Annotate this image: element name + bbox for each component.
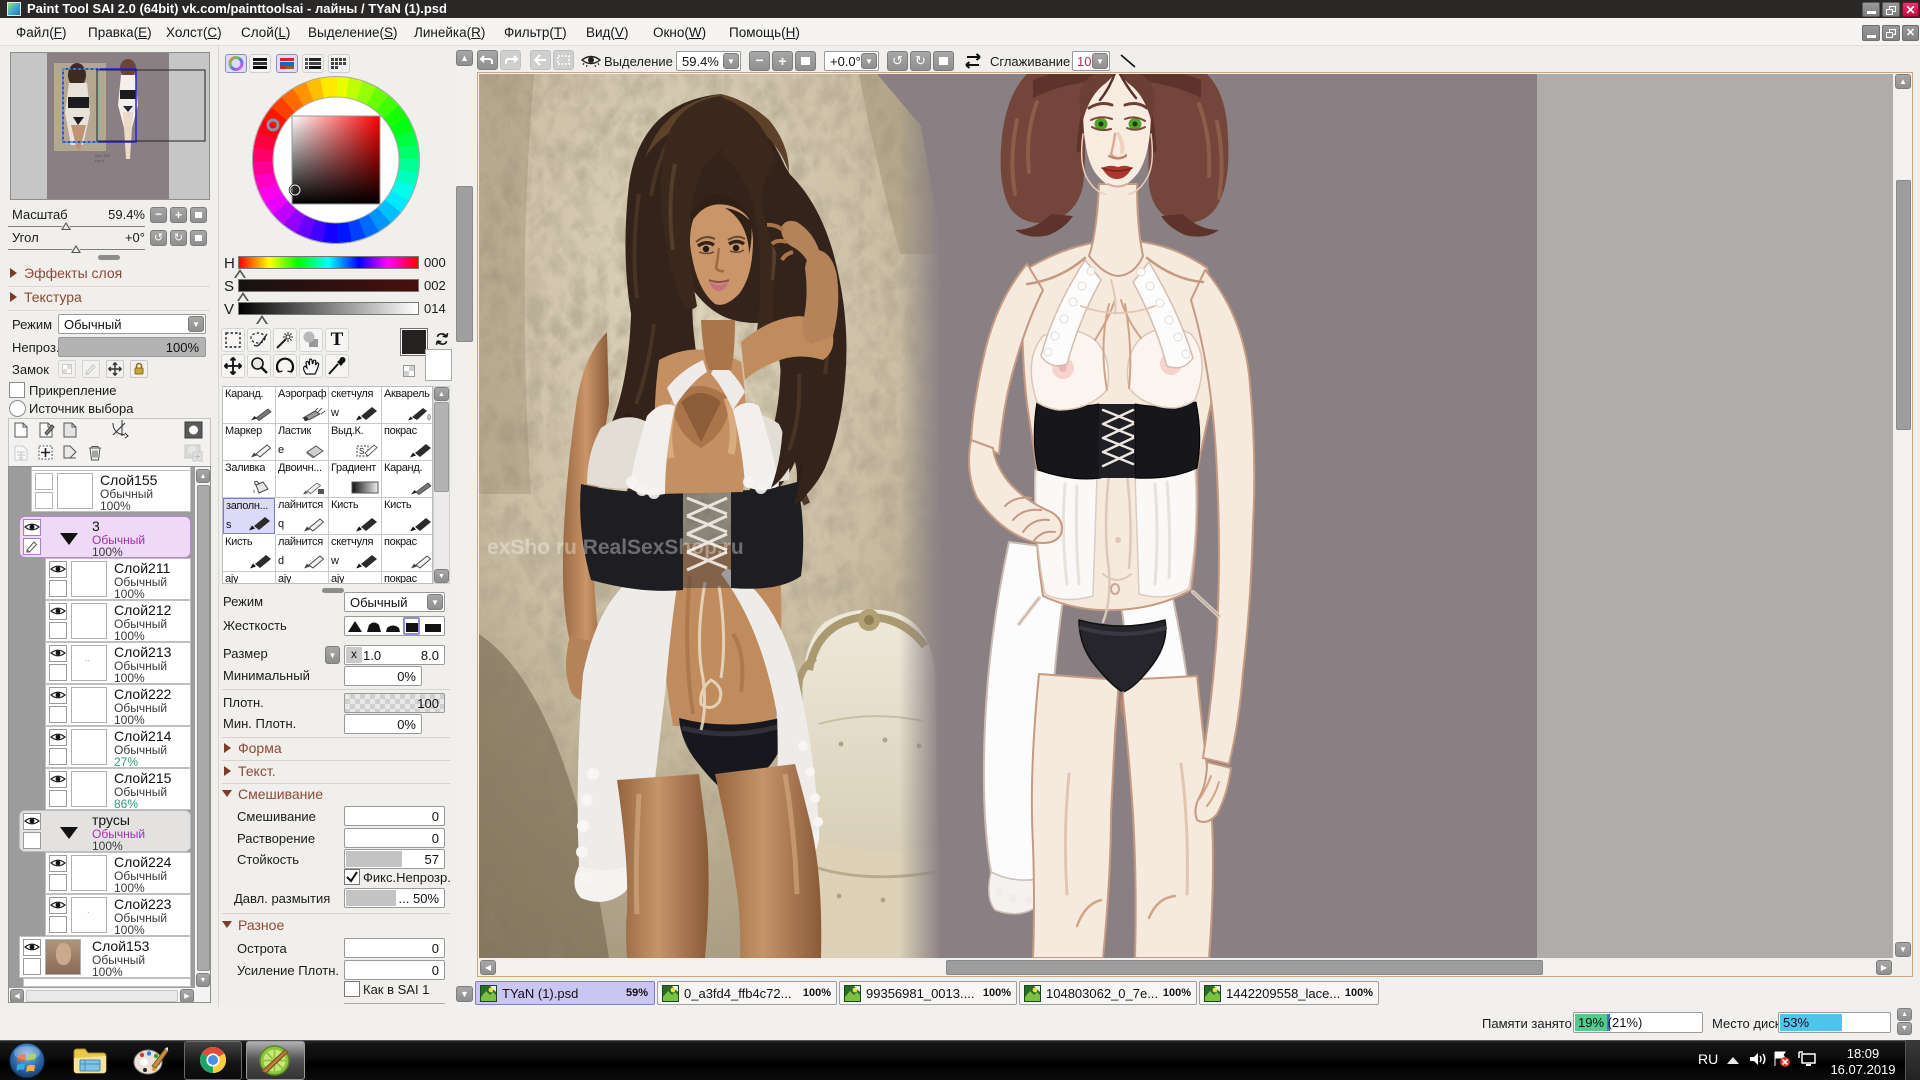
svg-text:S: S (359, 447, 364, 456)
svg-text:exSho ru RealSexShop.ru: exSho ru RealSexShop.ru (487, 536, 744, 559)
svg-text:top 6: top 6 (95, 158, 105, 163)
